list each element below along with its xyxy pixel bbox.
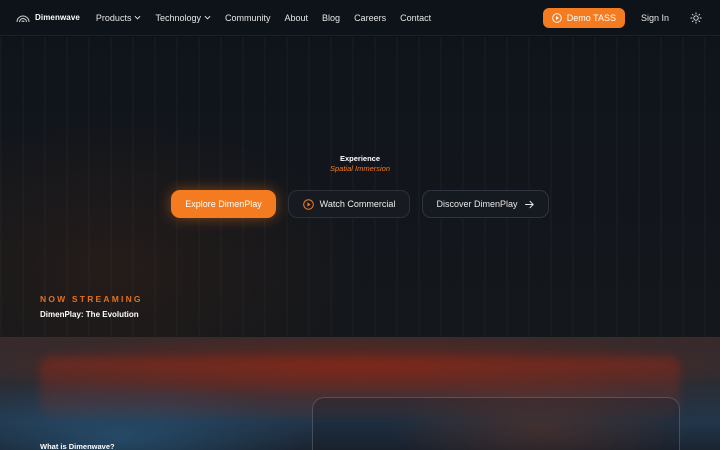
nav-item-label: Products — [95, 12, 132, 23]
sun-icon[interactable] — [690, 12, 702, 24]
discover-dimenplay-button[interactable]: Discover DimenPlay — [422, 190, 549, 218]
watch-commercial-label: Watch Commercial — [319, 199, 396, 209]
hero-heading-line1: Experience — [339, 154, 381, 163]
nav-item-products[interactable]: Products — [96, 13, 142, 23]
sign-in-link[interactable]: Sign In — [641, 13, 669, 23]
hero-heading-line2: Spatial Immersion — [329, 164, 391, 173]
nav-item-careers[interactable]: Careers — [354, 13, 386, 23]
nav-item-about[interactable]: About — [285, 13, 309, 23]
nav-item-label: Careers — [354, 12, 387, 23]
nav-item-blog[interactable]: Blog — [322, 13, 340, 23]
arrow-right-icon — [524, 200, 534, 208]
hero-section: Experience Spatial Immersion Explore Dim… — [0, 37, 720, 337]
what-is-section: What is Dimenwave? — [0, 337, 720, 450]
nav-item-label: About — [284, 12, 309, 23]
play-circle-icon — [302, 198, 314, 210]
nav-item-label: Contact — [400, 12, 432, 23]
watch-commercial-button[interactable]: Watch Commercial — [288, 190, 410, 218]
nav-item-technology[interactable]: Technology — [155, 13, 211, 23]
demo-tass-button[interactable]: Demo TASS — [542, 8, 625, 28]
nav-actions: Demo TASS Sign In — [542, 0, 702, 36]
nav-item-label: Technology — [155, 12, 201, 23]
chevron-down-icon — [134, 15, 141, 20]
top-navbar: Dimenwave Products Technology Community … — [0, 0, 720, 36]
brand-name: Dimenwave — [35, 13, 80, 22]
discover-dimenplay-label: Discover DimenPlay — [436, 199, 518, 209]
play-circle-icon — [552, 13, 562, 23]
nav-item-community[interactable]: Community — [225, 13, 271, 23]
brand-logo-link[interactable]: Dimenwave — [16, 13, 80, 23]
explore-dimenplay-button[interactable]: Explore DimenPlay — [171, 190, 276, 218]
nav-item-contact[interactable]: Contact — [400, 13, 431, 23]
explore-dimenplay-label: Explore DimenPlay — [185, 199, 262, 209]
hero-heading: Experience Spatial Immersion — [0, 154, 720, 174]
what-is-dimenwave-heading: What is Dimenwave? — [40, 442, 115, 450]
dimenwave-logo-icon — [16, 15, 30, 22]
now-streaming-title: DimenPlay: The Evolution — [40, 310, 139, 319]
feature-card — [312, 397, 680, 450]
nav-item-label: Community — [225, 12, 271, 23]
demo-tass-label: Demo TASS — [566, 13, 616, 23]
main-nav: Products Technology Community About Blog… — [96, 13, 445, 23]
now-streaming-label: NOW STREAMING — [40, 294, 143, 304]
chevron-down-icon — [204, 15, 211, 20]
hero-background — [0, 37, 720, 337]
nav-item-label: Blog — [322, 12, 341, 23]
